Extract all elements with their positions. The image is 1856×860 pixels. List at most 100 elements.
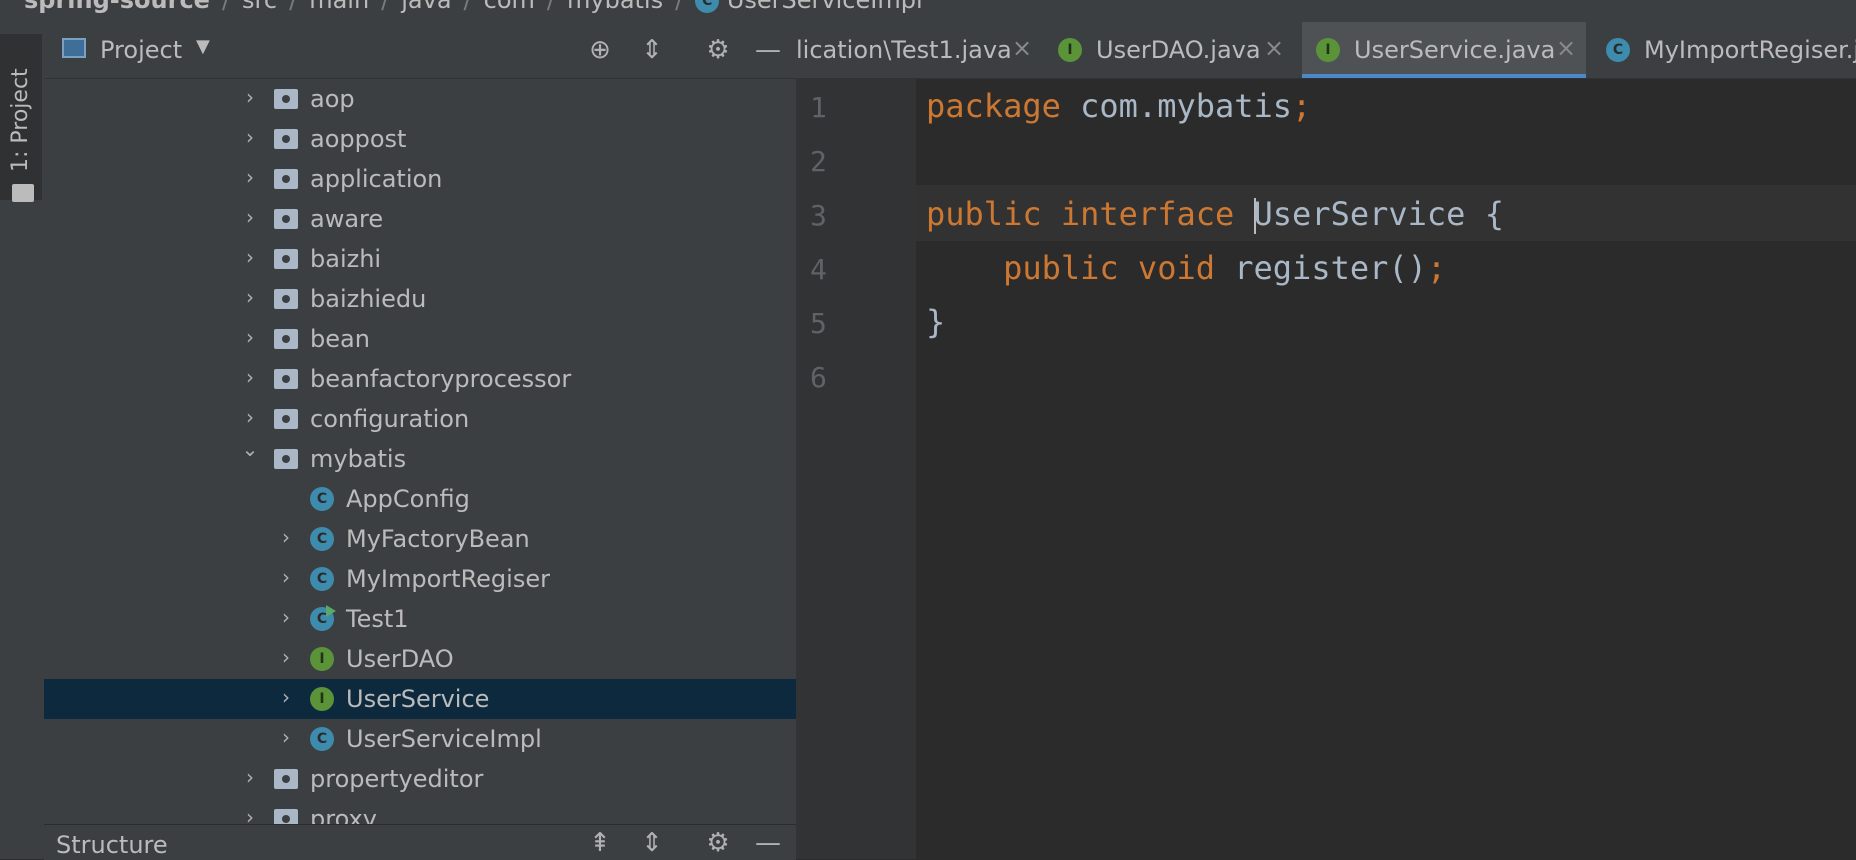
breadcrumb-project[interactable]: spring-source <box>24 0 210 14</box>
code-line-4[interactable]: public void register(); <box>926 249 1446 287</box>
tree-item-label: MyImportRegiser <box>346 565 550 593</box>
tree-item-baizhi[interactable]: › baizhi <box>44 239 796 279</box>
line-number: 2 <box>810 145 827 178</box>
tree-item-label: mybatis <box>310 445 407 473</box>
tree-item-label: beanfactoryprocessor <box>310 365 572 393</box>
structure-panel-title[interactable]: Structure <box>56 831 168 859</box>
tab-label: UserDAO.java <box>1096 36 1261 64</box>
gear-icon[interactable]: ⚙ <box>702 34 734 66</box>
tree-item-configuration[interactable]: › configuration <box>44 399 796 439</box>
chevron-right-icon[interactable]: › <box>238 805 262 824</box>
locate-file-icon[interactable]: ⊕ <box>584 34 616 66</box>
tab-userservice[interactable]: I UserService.java × <box>1302 22 1586 78</box>
structure-panel-header: Structure ⇞ ⇕ ⚙ — <box>44 824 796 860</box>
tree-item-bean[interactable]: › bean <box>44 319 796 359</box>
chevron-right-icon[interactable]: › <box>238 205 262 229</box>
tree-item-label: configuration <box>310 405 470 433</box>
chevron-right-icon[interactable]: › <box>274 565 298 589</box>
left-tool-strip: 1: Project <box>0 22 45 859</box>
project-panel-header: Project ▼ ⊕ ⇕ ⚙ — <box>44 22 796 79</box>
tree-item-label: aop <box>310 85 355 113</box>
close-icon[interactable]: × <box>1012 34 1032 62</box>
line-number: 5 <box>810 307 827 340</box>
tree-item-mybatis[interactable]: ⌄ mybatis <box>44 437 796 479</box>
chevron-right-icon[interactable]: › <box>238 165 262 189</box>
tree-item-label: aware <box>310 205 384 233</box>
package-folder-icon <box>274 329 298 349</box>
tree-item-application[interactable]: › application <box>44 159 796 199</box>
close-icon[interactable]: × <box>1264 34 1284 62</box>
package-folder-icon <box>274 809 298 824</box>
tree-item-label: bean <box>310 325 370 353</box>
chevron-right-icon[interactable]: › <box>238 285 262 309</box>
tree-item-beanfactoryprocessor[interactable]: › beanfactoryprocessor <box>44 359 796 399</box>
tree-item-myfactorybean[interactable]: › C MyFactoryBean <box>44 519 796 559</box>
tree-item-aoppost[interactable]: › aoppost <box>44 119 796 159</box>
chevron-right-icon[interactable]: › <box>238 245 262 269</box>
breadcrumb-main[interactable]: main <box>309 0 369 14</box>
tree-item-myimportregiser[interactable]: › C MyImportRegiser <box>44 559 796 599</box>
project-panel-title[interactable]: Project <box>100 36 182 64</box>
package-folder-icon <box>274 89 298 109</box>
hide-panel-icon[interactable]: — <box>752 34 784 66</box>
tree-item-test1[interactable]: › C Test1 <box>44 599 796 639</box>
gear-icon[interactable]: ⚙ <box>702 827 734 859</box>
chevron-right-icon[interactable]: › <box>274 525 298 549</box>
line-number: 1 <box>810 91 827 124</box>
collapse-all-icon[interactable]: ⇕ <box>636 827 668 859</box>
class-icon: C <box>695 0 720 13</box>
tree-item-label: propertyeditor <box>310 765 484 793</box>
chevron-right-icon[interactable]: › <box>274 645 298 669</box>
tree-item-proxy[interactable]: › proxy <box>44 799 796 824</box>
chevron-right-icon[interactable]: › <box>238 325 262 349</box>
chevron-right-icon[interactable]: › <box>238 365 262 389</box>
chevron-right-icon[interactable]: › <box>274 685 298 709</box>
line-number: 6 <box>810 361 827 394</box>
hide-panel-icon[interactable]: — <box>752 827 784 859</box>
folder-icon <box>12 184 34 202</box>
project-panel: Project ▼ ⊕ ⇕ ⚙ — › aop › aoppost › applicati… <box>44 22 836 860</box>
class-icon: C <box>310 487 334 511</box>
interface-icon: I <box>1316 38 1340 62</box>
expand-all-icon[interactable]: ⇞ <box>584 827 616 859</box>
tab-userdao[interactable]: I UserDAO.java × <box>1058 22 1298 78</box>
breadcrumb-src[interactable]: src <box>242 0 277 14</box>
tree-item-aware[interactable]: › aware <box>44 199 796 239</box>
chevron-down-icon[interactable]: ⌄ <box>238 437 262 461</box>
tree-item-userdao[interactable]: › I UserDAO <box>44 639 796 679</box>
tab-label: MyImportRegiser.ja <box>1644 36 1856 64</box>
interface-icon: I <box>310 687 334 711</box>
package-folder-icon <box>274 409 298 429</box>
tree-item-baizhiedu[interactable]: › baizhiedu <box>44 279 796 319</box>
run-marker-icon <box>326 605 336 617</box>
code-editor[interactable]: package com.mybatis; public interface Us… <box>916 79 1856 859</box>
tab-test1[interactable]: lication\Test1.java × <box>796 22 1042 78</box>
tree-item-propertyeditor[interactable]: › propertyeditor <box>44 759 796 799</box>
tree-item-userserviceimpl[interactable]: › C UserServiceImpl <box>44 719 796 759</box>
chevron-right-icon[interactable]: › <box>238 125 262 149</box>
chevron-right-icon[interactable]: › <box>274 605 298 629</box>
close-icon[interactable]: × <box>1556 34 1576 62</box>
project-tool-tab[interactable]: 1: Project <box>0 34 42 202</box>
chevron-right-icon[interactable]: › <box>238 85 262 109</box>
breadcrumb-java[interactable]: java <box>401 0 451 14</box>
collapse-all-icon[interactable]: ⇕ <box>636 34 668 66</box>
tree-item-userservice[interactable]: › I UserService <box>44 679 796 719</box>
code-line-3[interactable]: public interface UserService { <box>926 195 1504 234</box>
tab-myimportregiser[interactable]: C MyImportRegiser.ja <box>1606 22 1856 78</box>
tree-item-aop[interactable]: › aop <box>44 79 796 119</box>
breadcrumb-file[interactable]: UserServiceImpl <box>727 0 923 14</box>
chevron-down-icon[interactable]: ▼ <box>196 36 210 57</box>
tab-label: UserService.java <box>1354 36 1556 64</box>
breadcrumb-com[interactable]: com <box>484 0 535 14</box>
breadcrumb-mybatis[interactable]: mybatis <box>567 0 663 14</box>
chevron-right-icon[interactable]: › <box>238 765 262 789</box>
code-line-1[interactable]: package com.mybatis; <box>926 87 1311 125</box>
code-line-5[interactable]: } <box>926 303 945 341</box>
tree-item-appconfig[interactable]: C AppConfig <box>44 479 796 519</box>
class-icon: C <box>1606 38 1630 62</box>
editor-tabs: lication\Test1.java × I UserDAO.java × I… <box>796 22 1856 79</box>
tree-item-label: Test1 <box>346 605 409 633</box>
chevron-right-icon[interactable]: › <box>274 725 298 749</box>
chevron-right-icon[interactable]: › <box>238 405 262 429</box>
